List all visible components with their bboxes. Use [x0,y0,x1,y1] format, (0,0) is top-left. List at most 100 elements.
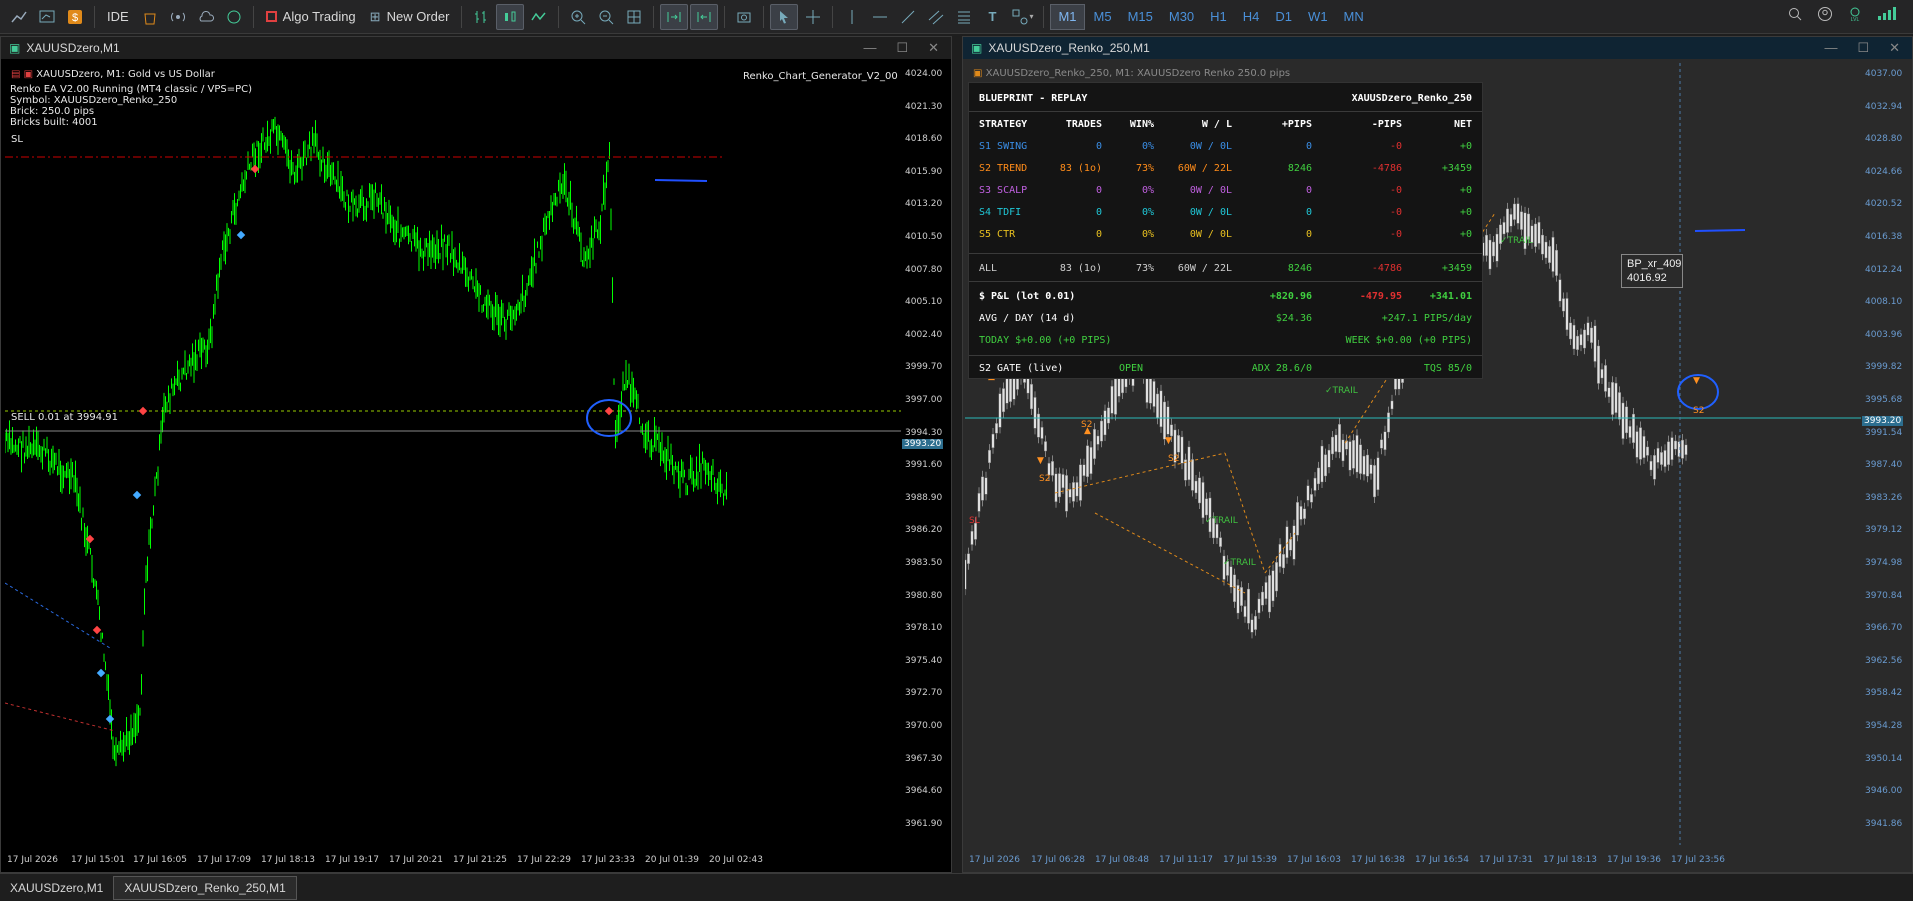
close-icon[interactable]: ✕ [928,40,939,56]
trendline-icon[interactable] [895,4,921,30]
sl-label: SL [11,134,23,145]
panel-cell: S4 TDFI [979,206,1022,218]
left-time-axis: 17 Jul 2026 17 Jul 15:01 17 Jul 16:05 17 Ju… [5,855,901,867]
timeframe-d1[interactable]: D1 [1268,4,1299,30]
vertical-line-icon[interactable] [839,4,865,30]
timeframe-h1[interactable]: H1 [1203,4,1234,30]
text-tool-icon[interactable]: T [979,4,1005,30]
left-chart-area[interactable] [5,63,901,845]
candlestick-icon[interactable] [496,3,525,30]
grid-icon[interactable] [621,4,647,30]
ide-button[interactable]: IDE [101,4,135,30]
renko-brick [1583,329,1587,349]
panel-cell: S2 GATE (live) [979,362,1064,374]
tab-xauusdzero-m1[interactable]: XAUUSDzero,M1 [0,877,113,899]
fibonacci-icon[interactable] [951,4,977,30]
market-icon[interactable] [137,4,163,30]
timeframe-m30[interactable]: M30 [1162,4,1201,30]
renko-brick [1516,203,1520,224]
time-tick-label: 17 Jul 17:09 [197,855,251,865]
renko-brick [988,449,992,464]
renko-brick [1176,435,1180,453]
renko-brick [1043,441,1047,452]
right-window-titlebar[interactable]: ▣ XAUUSDzero_Renko_250,M1 — ☐ ✕ [963,37,1912,59]
renko-brick [1103,410,1107,436]
panel-cell: S2 TREND [979,162,1028,174]
panel-cell: 0 [1305,184,1312,196]
chart-template-icon[interactable] [34,4,60,30]
right-price-axis: 4037.00 4032.94 4028.80 4024.66 4020.52 4016.… [1861,63,1913,845]
renko-brick [1548,246,1552,263]
renko-brick [1152,381,1156,407]
renko-brick [1289,538,1293,551]
cursor-icon[interactable] [770,3,799,30]
tab-xauusdzero-renko[interactable]: XAUUSDzero_Renko_250,M1 [113,875,297,900]
timeframe-m15[interactable]: M15 [1121,4,1160,30]
object-tooltip: BP_xr_409 4016.92 [1621,254,1683,288]
trade-marker [236,230,246,240]
crosshair-icon[interactable] [800,4,826,30]
timeframe-mn[interactable]: MN [1337,4,1371,30]
renko-brick [1215,524,1219,539]
line-chart-icon[interactable] [526,4,552,30]
minimize-icon[interactable]: — [1824,40,1837,56]
renko-brick [1376,457,1380,491]
zoom-in-icon[interactable] [565,4,591,30]
price-tick-label: 4020.52 [1865,199,1903,210]
price-tick-label: 4005.10 [905,297,943,308]
renko-brick [1509,214,1513,227]
new-order-button[interactable]: ⊞ New Order [364,4,456,30]
renko-brick [1082,464,1086,477]
price-tick-label: 4016.38 [1865,232,1903,242]
time-tick-label: 17 Jul 19:17 [325,855,379,865]
signal-icon[interactable] [165,4,191,30]
timeframe-w1[interactable]: W1 [1301,4,1335,30]
chart-shift-icon[interactable] [690,3,719,30]
cloud-icon[interactable] [193,4,219,30]
timeframe-h4[interactable]: H4 [1236,4,1267,30]
channel-icon[interactable] [923,4,949,30]
shapes-icon[interactable]: ▾ [1007,4,1037,30]
renko-brick [1317,467,1321,485]
renko-brick [965,559,967,590]
renko-brick [1653,455,1657,480]
minimize-icon[interactable]: — [863,40,876,56]
renko-brick [1331,436,1335,455]
maximize-icon[interactable]: ☐ [1857,40,1869,56]
renko-brick [1033,397,1037,429]
renko-brick [1369,464,1373,474]
renko-brick [1324,454,1328,477]
maximize-icon[interactable]: ☐ [896,40,908,56]
chart-window-icon: ▣ [9,41,21,55]
account-icon[interactable] [1817,6,1833,27]
timeframe-m1[interactable]: M1 [1050,3,1085,30]
trade-marker [96,668,106,678]
close-icon[interactable]: ✕ [1889,40,1900,56]
horizontal-line-icon[interactable] [867,4,893,30]
renko-brick [1190,459,1194,491]
zoom-out-icon[interactable] [593,4,619,30]
dollar-icon[interactable]: $ [62,4,88,30]
algo-trading-button[interactable]: Algo Trading [260,4,362,30]
chart-type-icon[interactable] [6,4,32,30]
new-order-label: New Order [386,9,450,24]
left-window-titlebar[interactable]: ▣ XAUUSDzero,M1 — ☐ ✕ [1,37,951,59]
vps-icon[interactable] [221,4,247,30]
renko-brick [1614,382,1618,413]
price-tick-label: 4003.96 [1865,329,1903,340]
panel-cell: -PIPS [1371,118,1402,130]
time-tick-label: 17 Jul 15:39 [1223,855,1277,865]
indicator-name: Renko_Chart_Generator_V2_00 [743,71,898,82]
screenshot-icon[interactable] [731,4,757,30]
timeframe-m5[interactable]: M5 [1087,4,1119,30]
menu-icon[interactable]: ▤ [11,69,20,80]
bar-chart-icon[interactable] [468,4,494,30]
autoscroll-icon[interactable] [660,3,689,30]
level-icon[interactable]: LVL [1847,6,1863,27]
panel-cell: S1 SWING [979,140,1028,152]
main-toolbar: $ IDE Algo Trading ⊞ New Order T ▾ M1 M5 M1… [0,0,1913,34]
panel-cell: +PIPS [1281,118,1312,130]
panel-cell: +0 [1459,184,1472,196]
search-icon[interactable] [1787,6,1803,27]
renko-brick [967,553,970,564]
